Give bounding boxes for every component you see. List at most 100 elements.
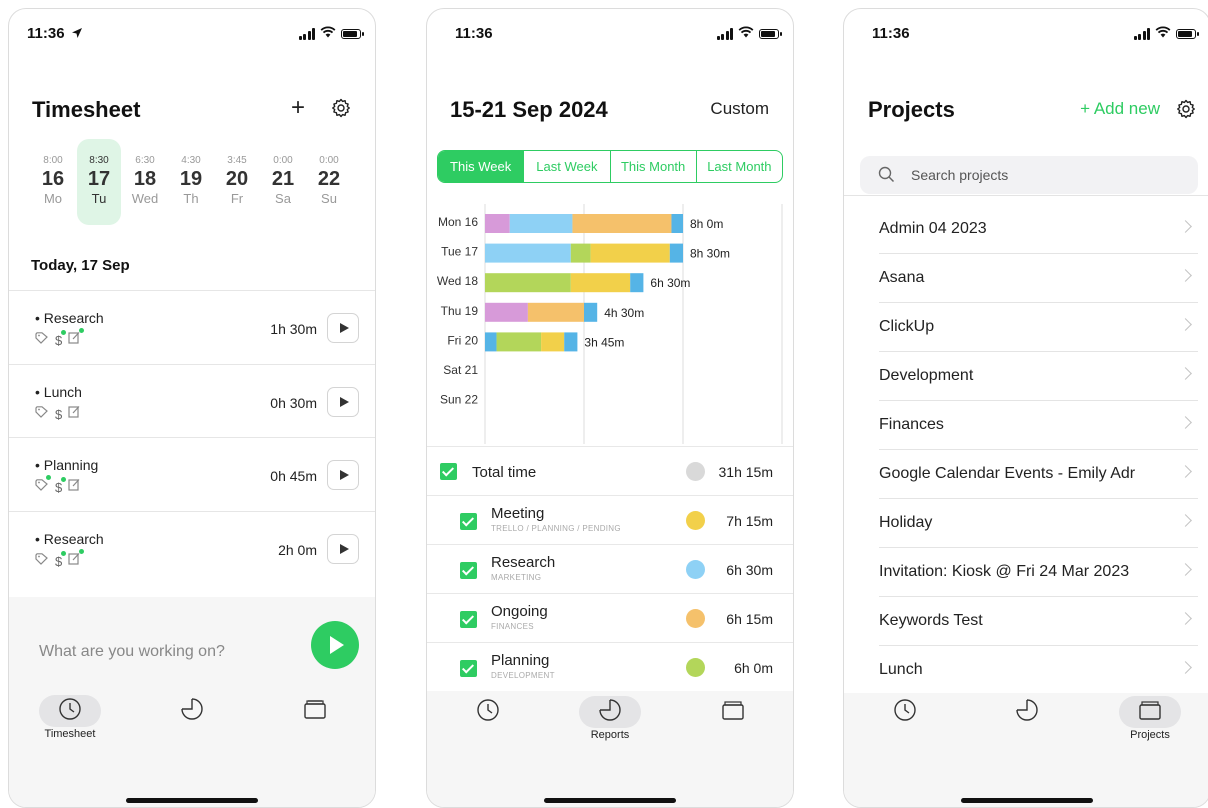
bottom-panel: What are you working on? Timesheet (9, 597, 375, 807)
battery-icon (341, 28, 364, 39)
wifi-icon (1155, 25, 1171, 42)
bar-segment (572, 214, 672, 233)
bar-segment (485, 332, 497, 352)
tab-projects[interactable]: Projects (1110, 696, 1190, 741)
time-entry[interactable]: • Planning $ 0h 45m (9, 437, 375, 511)
tab-projects[interactable] (693, 696, 773, 728)
play-button[interactable] (327, 313, 359, 343)
total-color-dot (686, 462, 705, 481)
note-edit-icon (68, 478, 81, 496)
entry-name: • Planning (35, 457, 99, 473)
legend-row[interactable]: Planning DEVELOPMENT 6h 0m (427, 642, 793, 692)
category-checkbox[interactable] (460, 513, 477, 530)
gear-icon (331, 98, 351, 122)
billable-dollar-icon: $ (55, 406, 63, 422)
legend-row[interactable]: Research MARKETING 6h 30m (427, 544, 793, 594)
settings-button[interactable] (1176, 99, 1196, 124)
project-row[interactable]: Finances (844, 401, 1208, 450)
segment-this-month[interactable]: This Month (609, 151, 696, 182)
clock-icon (476, 698, 500, 727)
entry-name: • Research (35, 531, 104, 547)
clock-icon (58, 697, 82, 726)
tab-bar: Projects (844, 693, 1208, 807)
billable-dollar-icon: $ (55, 476, 67, 495)
project-row[interactable]: Holiday (844, 499, 1208, 548)
status-bar: 11:36 (445, 23, 782, 45)
tab-reports[interactable] (987, 696, 1067, 728)
segment-this-week[interactable]: This Week (438, 151, 524, 182)
project-row[interactable]: ClickUp (844, 303, 1208, 352)
wifi-icon (738, 25, 754, 42)
category-checkbox[interactable] (460, 562, 477, 579)
tab-timesheet[interactable] (865, 696, 945, 728)
signal-icon (298, 27, 315, 40)
bar-segment (485, 243, 571, 263)
time-entry[interactable]: • Research $ 2h 0m (9, 511, 375, 585)
search-icon (878, 166, 895, 188)
tab-timesheet[interactable] (448, 696, 528, 728)
bar-data-label: 6h 30m (650, 276, 690, 290)
segment-last-week[interactable]: Last Week (523, 151, 609, 182)
play-button[interactable] (327, 387, 359, 417)
pie-chart-icon (598, 698, 622, 727)
entry-duration: 0h 45m (270, 468, 317, 484)
day-thu-19[interactable]: 4:30 19 Th (169, 139, 213, 225)
project-row[interactable]: Lunch (844, 646, 1208, 695)
status-time: 11:36 (27, 25, 65, 42)
clock-icon (893, 698, 917, 727)
chevron-right-icon (1179, 220, 1192, 233)
signal-icon (1133, 27, 1150, 40)
status-bar: 11:36 (862, 23, 1199, 45)
chevron-right-icon (1179, 367, 1192, 380)
category-label: Fri 20 (447, 333, 478, 347)
page-title: Timesheet (32, 97, 141, 122)
working-on-input[interactable]: What are you working on? (39, 643, 225, 661)
legend-row[interactable]: Meeting TRELLO / PLANNING / PENDING 7h 1… (427, 495, 793, 545)
project-row[interactable]: Asana (844, 254, 1208, 303)
tab-reports[interactable] (152, 695, 232, 727)
note-edit-icon (68, 549, 85, 570)
legend-row[interactable]: Ongoing FINANCES 6h 15m (427, 593, 793, 643)
settings-button[interactable] (331, 98, 351, 123)
add-entry-button[interactable]: + (291, 94, 305, 122)
projects-screen: 11:36 Projects + Add new Search projects… (843, 8, 1208, 808)
play-button[interactable] (327, 460, 359, 490)
project-row[interactable]: Google Calendar Events - Emily Adr (844, 450, 1208, 499)
time-entry[interactable]: • Research $ 1h 30m (9, 290, 375, 364)
tab-projects[interactable] (275, 695, 355, 727)
segment-last-month[interactable]: Last Month (695, 151, 782, 182)
add-new-project-button[interactable]: + Add new (1080, 99, 1160, 119)
search-bar[interactable]: Search projects (860, 156, 1198, 194)
custom-range-button[interactable]: Custom (710, 99, 769, 119)
project-row[interactable]: Admin 04 2023 (844, 205, 1208, 254)
bar-segment (570, 243, 591, 263)
legend-row-total[interactable]: Total time 31h 15m (427, 446, 793, 496)
bar-segment (669, 243, 683, 263)
play-button[interactable] (327, 534, 359, 564)
total-checkbox[interactable] (440, 463, 457, 480)
bar-segment (570, 273, 631, 293)
category-checkbox[interactable] (460, 660, 477, 677)
day-sat-21[interactable]: 0:00 21 Sa (261, 139, 305, 225)
tab-reports[interactable]: Reports (570, 696, 650, 741)
project-row[interactable]: Invitation: Kiosk @ Fri 24 Mar 2023 (844, 548, 1208, 597)
search-input[interactable]: Search projects (911, 167, 1008, 183)
time-entry[interactable]: • Lunch $ 0h 30m (9, 364, 375, 438)
project-row[interactable]: Keywords Test (844, 597, 1208, 646)
day-wed-18[interactable]: 6:30 18 Wed (123, 139, 167, 225)
day-tue-17[interactable]: 8:30 17 Tu (77, 139, 121, 225)
bar-data-label: 3h 45m (584, 335, 624, 349)
pie-chart-icon (1015, 698, 1039, 727)
chevron-right-icon (1179, 563, 1192, 576)
bar-segment (509, 214, 573, 233)
start-timer-button[interactable] (311, 621, 359, 669)
day-fri-20[interactable]: 3:45 20 Fr (215, 139, 259, 225)
entry-duration: 0h 30m (270, 395, 317, 411)
day-mon-16[interactable]: 8:00 16 Mo (31, 139, 75, 225)
pie-chart-icon (180, 697, 204, 726)
category-checkbox[interactable] (460, 611, 477, 628)
chevron-right-icon (1179, 465, 1192, 478)
tab-timesheet[interactable]: Timesheet (30, 695, 110, 740)
project-row[interactable]: Development (844, 352, 1208, 401)
day-sun-22[interactable]: 0:00 22 Su (307, 139, 351, 225)
